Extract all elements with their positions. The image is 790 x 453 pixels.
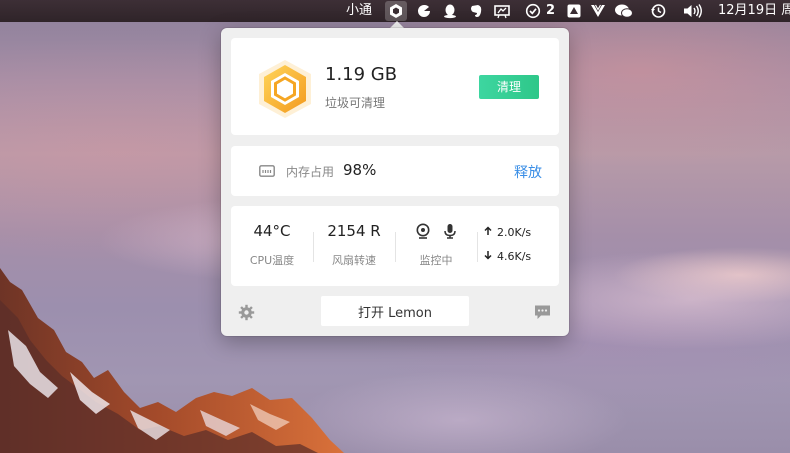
pacman-icon[interactable] <box>416 3 432 19</box>
volume-icon[interactable] <box>682 3 704 19</box>
memory-usage-label: 内存占用 <box>286 165 335 179</box>
release-memory-link[interactable]: 释放 <box>514 162 542 182</box>
webcam-icon[interactable] <box>415 223 431 239</box>
lemon-hex-logo-icon <box>259 60 311 118</box>
stats-card: 44°C CPU温度 2154 R 风扇转速 监控中 2.0K/s 4.6K/s <box>231 206 559 286</box>
time-machine-icon[interactable] <box>650 3 666 19</box>
settings-gear-icon[interactable] <box>238 304 255 321</box>
download-speed-value: 4.6K/s <box>497 250 532 263</box>
drive-icon[interactable] <box>566 3 582 19</box>
menu-bar-clock[interactable]: 12月19日 周 <box>718 0 790 22</box>
microphone-icon[interactable] <box>442 223 458 239</box>
clean-button[interactable]: 清理 <box>479 75 539 99</box>
junk-size-label: 垃圾可清理 <box>325 96 386 110</box>
lemon-icon[interactable] <box>388 3 404 19</box>
lemon-popover: 1.19 GB 垃圾可清理 清理 内存占用 98% 释放 44°C CPU温度 … <box>221 28 569 336</box>
check-circle-icon[interactable] <box>525 3 541 19</box>
menu-bar: 小通 2 12月19日 周 <box>0 0 790 22</box>
stats-divider <box>477 232 478 262</box>
memory-usage-value: 98% <box>343 161 377 179</box>
junk-size-value: 1.19 GB <box>325 64 398 85</box>
whiteboard-icon[interactable] <box>494 3 510 19</box>
cpu-temp-label: CPU温度 <box>249 254 295 267</box>
memory-card: 内存占用 98% 释放 <box>231 146 559 196</box>
upload-speed: 2.0K/s <box>483 226 531 239</box>
memory-icon <box>259 165 275 177</box>
upload-arrow-icon <box>483 226 497 239</box>
evernote-icon[interactable] <box>468 3 484 19</box>
notification-count: 2 <box>546 3 556 18</box>
open-lemon-button[interactable]: 打开 Lemon <box>321 296 469 326</box>
download-speed: 4.6K/s <box>483 250 531 263</box>
fan-speed-value: 2154 R <box>327 222 381 240</box>
wechat-icon[interactable] <box>614 3 634 19</box>
junk-card: 1.19 GB 垃圾可清理 清理 <box>231 38 559 135</box>
monitor-status-label: 监控中 <box>419 254 453 267</box>
qq-icon[interactable] <box>442 3 458 19</box>
feedback-chat-icon[interactable] <box>534 304 551 320</box>
download-arrow-icon <box>483 250 497 263</box>
vue-icon[interactable] <box>590 3 606 19</box>
cpu-temp-value: 44°C <box>253 222 291 240</box>
input-method-indicator[interactable]: 小通 <box>346 0 372 22</box>
upload-speed-value: 2.0K/s <box>497 226 532 239</box>
fan-speed-label: 风扇转速 <box>332 254 376 267</box>
